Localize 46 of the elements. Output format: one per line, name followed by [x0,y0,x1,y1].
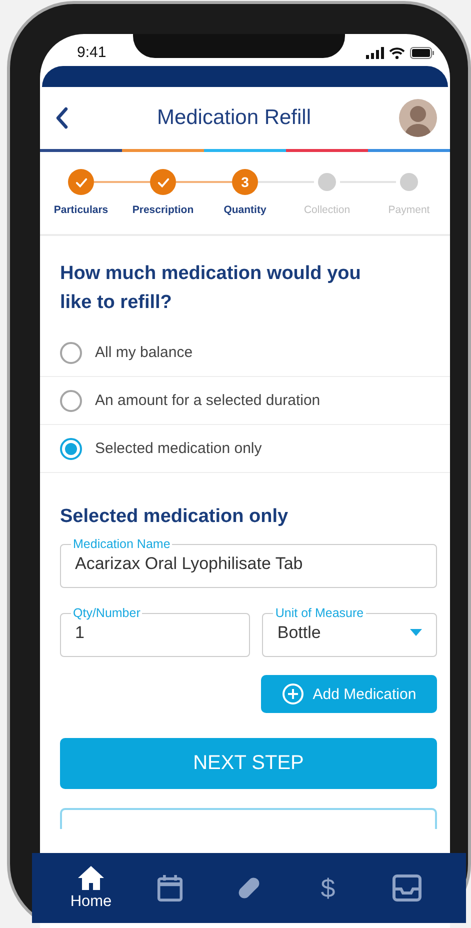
step-connector [176,181,232,183]
dropdown-field[interactable]: Unit of Measure Bottle [262,606,437,657]
radio-button[interactable] [60,390,82,412]
step-label: Particulars [54,204,108,216]
question-heading: How much medication would you like to refill? [60,262,362,315]
option-label: An amount for a selected duration [95,392,320,409]
check-icon [74,176,88,188]
avatar[interactable] [399,99,437,137]
step-label: Prescription [132,204,194,216]
field-value: 1 [75,622,86,642]
nav-label: Home [70,893,112,911]
input-field[interactable]: Medication Name Acarizax Oral Lyophilisate Tab [60,537,437,588]
check-icon [156,176,170,188]
option-label: Selected medication only [95,440,262,457]
battery-icon [410,47,434,59]
dropdown-caret-icon [410,629,422,636]
step-label: Payment [388,204,430,216]
radio-option[interactable]: Selected medication only [40,425,450,473]
plus-circle-icon [282,683,304,705]
radio-button[interactable] [60,438,82,460]
field-label: Medication Name [72,537,172,551]
field-value: Bottle [277,622,322,642]
radio-button[interactable] [60,342,82,364]
nav-item[interactable]: $ [289,872,367,904]
step-label: Collection [304,204,350,216]
inbox-icon [392,874,422,902]
status-time: 9:41 [76,43,108,61]
step-label: Quantity [224,204,266,216]
calendar-icon [157,874,183,902]
field-label: Qty/Number [72,606,142,620]
input-field[interactable]: Qty/Number 1 [60,606,250,657]
field-value: Acarizax Oral Lyophilisate Tab [75,554,304,574]
step-connector [94,181,150,183]
wifi-icon [389,47,405,59]
dollar-icon: $ [320,872,336,904]
radio-option[interactable]: All my balance [40,329,450,377]
option-label: All my balance [95,344,193,361]
section-heading: Selected medication only [60,506,290,528]
page-title: Medication Refill [156,106,312,130]
radio-option[interactable]: An amount for a selected duration [40,377,450,425]
signal-icon [366,47,384,59]
home-icon [77,865,105,891]
back-icon[interactable] [55,106,69,130]
step-marker: 3 [232,169,258,195]
nav-item[interactable]: Home [52,865,130,911]
field-label: Unit of Measure [274,606,365,620]
